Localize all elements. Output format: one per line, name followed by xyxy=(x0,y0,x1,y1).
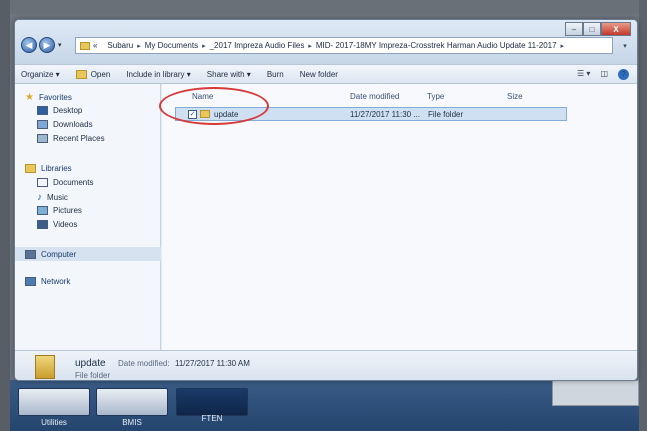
pictures-icon xyxy=(37,206,48,215)
forward-button[interactable]: ▶ xyxy=(39,37,55,53)
nav-computer[interactable]: Computer xyxy=(15,247,161,261)
bmis-desktop-label: BMIS xyxy=(122,418,142,427)
monitor-bezel-top xyxy=(0,0,647,14)
star-icon: ★ xyxy=(25,92,34,103)
address-bar[interactable]: « Subaru ▸ My Documents ▸ _2017 Impreza … xyxy=(75,37,613,54)
file-list: Name Date modified Type Size ✓ update 11… xyxy=(162,84,637,350)
nav-videos[interactable]: Videos xyxy=(37,220,77,229)
breadcrumb-separator-icon[interactable]: ▸ xyxy=(308,42,312,50)
monitor-bezel-left xyxy=(0,0,10,431)
burn-button[interactable]: Burn xyxy=(267,70,284,79)
file-type: File folder xyxy=(428,110,464,119)
libraries-icon xyxy=(25,164,36,173)
nav-documents[interactable]: Documents xyxy=(37,178,93,187)
folder-icon xyxy=(80,41,90,50)
breadcrumb-my-documents[interactable]: My Documents xyxy=(145,41,198,50)
column-header-type[interactable]: Type xyxy=(427,92,444,101)
close-button[interactable]: X xyxy=(601,22,631,36)
nav-music[interactable]: ♪ Music xyxy=(37,192,68,203)
new-folder-button[interactable]: New folder xyxy=(300,70,338,79)
details-date-value: 11/27/2017 11:30 AM xyxy=(175,359,250,368)
column-header-size[interactable]: Size xyxy=(507,92,523,101)
column-header-date-modified[interactable]: Date modified xyxy=(350,92,399,101)
videos-icon xyxy=(37,220,48,229)
monitor-bezel-right xyxy=(639,0,647,431)
nav-downloads[interactable]: Downloads xyxy=(37,120,93,129)
recent-pages-chevron-icon[interactable]: ▾ xyxy=(58,41,62,49)
open-button[interactable]: Open xyxy=(75,69,110,79)
recent-places-icon xyxy=(37,134,48,143)
breadcrumb-harman-audio-update[interactable]: MID- 2017-18MY Impreza-Crosstrek Harman … xyxy=(316,41,557,50)
toolbar-right-group: ☰ ▾ ◫ ? xyxy=(567,69,629,80)
breadcrumb-separator-icon[interactable]: ▸ xyxy=(137,42,141,50)
forward-arrow-icon: ▶ xyxy=(43,39,51,50)
open-folder-icon xyxy=(75,69,87,79)
nav-libraries[interactable]: Libraries xyxy=(25,164,72,173)
address-overflow[interactable]: « xyxy=(93,41,97,50)
large-folder-icon xyxy=(35,355,55,379)
explorer-window: – □ X ◀ ▶ ▾ « Subaru ▸ My Documents ▸ _2… xyxy=(14,19,638,381)
background-window-panel xyxy=(552,380,639,406)
organize-button[interactable]: Organize ▾ xyxy=(21,70,60,79)
file-date-modified: 11/27/2017 11:30 ... xyxy=(350,110,420,119)
bmis-desktop-icon[interactable] xyxy=(96,388,168,416)
help-icon[interactable]: ? xyxy=(618,69,629,80)
annotation-circle xyxy=(159,87,269,125)
breadcrumb-impreza-audio-files[interactable]: _2017 Impreza Audio Files xyxy=(210,41,305,50)
nav-pictures[interactable]: Pictures xyxy=(37,206,82,215)
breadcrumb-separator-icon[interactable]: ▸ xyxy=(202,42,206,50)
details-pane: update Date modified: 11/27/2017 11:30 A… xyxy=(15,350,637,380)
nav-recent-places[interactable]: Recent Places xyxy=(37,134,105,143)
breadcrumb-subaru[interactable]: Subaru xyxy=(107,41,133,50)
nav-desktop[interactable]: Desktop xyxy=(37,106,82,115)
breadcrumb-separator-icon[interactable]: ▸ xyxy=(561,42,565,50)
documents-icon xyxy=(37,178,48,187)
music-icon: ♪ xyxy=(37,192,42,203)
computer-icon xyxy=(25,249,36,259)
downloads-icon xyxy=(37,120,48,129)
nav-network[interactable]: Network xyxy=(25,277,70,286)
details-type: File folder xyxy=(75,371,111,380)
maximize-button[interactable]: □ xyxy=(583,22,601,36)
include-in-library-button[interactable]: Include in library ▾ xyxy=(126,70,191,79)
details-date-label: Date modified: xyxy=(118,359,170,368)
address-dropdown-icon[interactable]: ▾ xyxy=(615,37,635,54)
preview-pane-icon[interactable]: ◫ xyxy=(600,69,608,80)
command-toolbar: Organize ▾ Open Include in library ▾ Sha… xyxy=(15,64,637,84)
utilities-desktop-icon[interactable] xyxy=(18,388,90,416)
ften-desktop-icon[interactable] xyxy=(176,388,248,416)
navigation-pane: ★ Favorites Desktop Downloads Recent Pla… xyxy=(15,84,161,350)
desktop-icon xyxy=(37,106,48,115)
window-controls: – □ X xyxy=(565,22,631,36)
nav-favorites[interactable]: ★ Favorites xyxy=(25,92,72,103)
details-name: update xyxy=(75,358,106,369)
network-icon xyxy=(25,277,36,286)
back-arrow-icon: ◀ xyxy=(25,39,33,50)
share-with-button[interactable]: Share with ▾ xyxy=(207,70,251,79)
ften-desktop-label: FTEN xyxy=(201,414,223,423)
minimize-button[interactable]: – xyxy=(565,22,583,36)
title-bar: – □ X ◀ ▶ ▾ « Subaru ▸ My Documents ▸ _2… xyxy=(15,20,637,64)
utilities-desktop-label: Utilities xyxy=(41,418,67,427)
change-view-icon[interactable]: ☰ ▾ xyxy=(577,69,590,80)
back-button[interactable]: ◀ xyxy=(21,37,37,53)
